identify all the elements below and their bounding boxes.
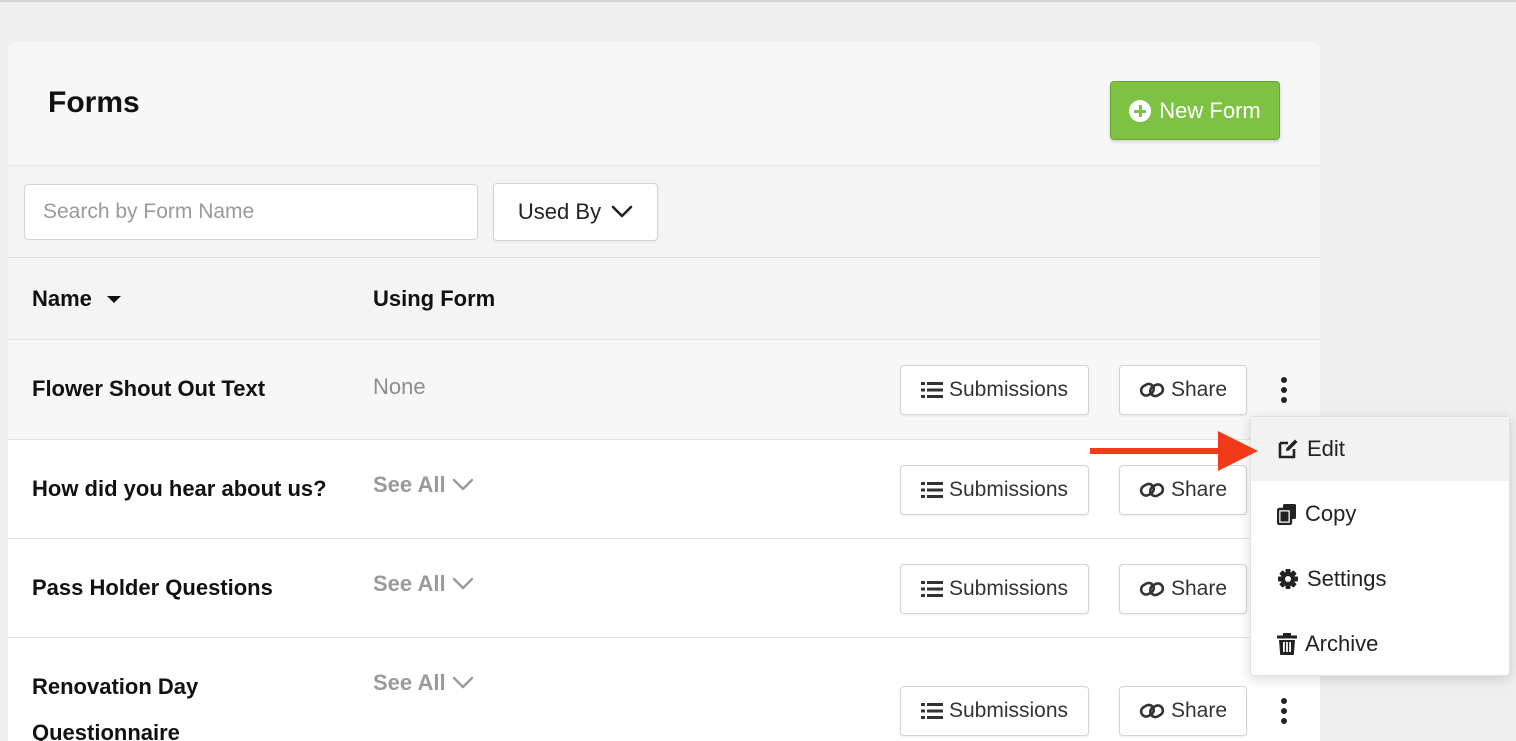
link-icon (1139, 703, 1165, 719)
submissions-label: Submissions (948, 699, 1069, 722)
menu-item-label: Settings (1307, 566, 1387, 591)
menu-item-label: Copy (1305, 501, 1357, 526)
submissions-button[interactable]: Submissions (900, 686, 1089, 736)
table-row: Renovation Day Questionnaire See All Sub… (8, 638, 1320, 741)
submissions-button[interactable]: Submissions (900, 365, 1089, 415)
trash-icon (1277, 633, 1297, 655)
top-border (0, 0, 1516, 2)
using-form-value: None (373, 374, 426, 399)
page-title: Forms (48, 86, 140, 119)
submissions-button[interactable]: Submissions (900, 465, 1089, 515)
row-actions-menu: Edit Copy Settings Archive (1250, 416, 1510, 676)
see-all-label: See All (373, 571, 446, 596)
chevron-down-icon (452, 478, 473, 491)
chevron-down-icon (452, 577, 473, 590)
forms-card: Forms New Form Used By Name Using Form F… (8, 42, 1320, 741)
more-options-icon[interactable] (1274, 695, 1294, 727)
table-row: Flower Shout Out Text None Submissions S… (8, 340, 1320, 440)
used-by-label: Used By (517, 199, 602, 224)
share-button[interactable]: Share (1119, 564, 1247, 614)
share-label: Share (1170, 478, 1228, 501)
see-all-toggle[interactable]: See All (373, 670, 474, 696)
form-name[interactable]: How did you hear about us? (32, 466, 352, 512)
see-all-toggle[interactable]: See All (373, 571, 474, 597)
annotation-arrow-icon (1090, 431, 1258, 471)
new-form-button[interactable]: New Form (1110, 81, 1280, 140)
menu-item-copy[interactable]: Copy (1251, 482, 1509, 546)
sort-desc-icon (106, 296, 121, 303)
gear-icon (1278, 569, 1298, 589)
chevron-down-icon (611, 205, 633, 218)
list-icon (920, 581, 943, 597)
form-name[interactable]: Renovation Day Questionnaire (32, 664, 282, 741)
card-header: Forms New Form (8, 42, 1320, 166)
column-header-name-label: Name (32, 286, 92, 311)
chevron-down-icon (452, 676, 473, 689)
see-all-toggle[interactable]: See All (373, 472, 474, 498)
menu-item-archive[interactable]: Archive (1251, 612, 1509, 676)
submissions-label: Submissions (948, 478, 1069, 501)
table-row: Pass Holder Questions See All Submission… (8, 539, 1320, 638)
share-button[interactable]: Share (1119, 686, 1247, 736)
submissions-label: Submissions (948, 577, 1069, 600)
menu-item-label: Archive (1305, 631, 1379, 656)
submissions-button[interactable]: Submissions (900, 564, 1089, 614)
form-name[interactable]: Flower Shout Out Text (32, 366, 352, 412)
submissions-label: Submissions (948, 378, 1069, 401)
used-by-dropdown[interactable]: Used By (493, 183, 658, 241)
more-options-icon[interactable] (1274, 374, 1294, 406)
search-input[interactable] (24, 184, 478, 240)
share-label: Share (1170, 699, 1228, 722)
menu-item-edit[interactable]: Edit (1251, 417, 1509, 481)
link-icon (1139, 581, 1165, 597)
table-header: Name Using Form (8, 258, 1320, 340)
share-button[interactable]: Share (1119, 365, 1247, 415)
see-all-label: See All (373, 472, 446, 497)
filter-bar: Used By (8, 166, 1320, 258)
share-label: Share (1170, 378, 1228, 401)
list-icon (920, 382, 943, 398)
edit-icon (1278, 439, 1298, 459)
link-icon (1139, 482, 1165, 498)
plus-circle-icon (1129, 99, 1152, 122)
menu-item-label: Edit (1307, 436, 1345, 461)
see-all-label: See All (373, 670, 446, 695)
list-icon (920, 703, 943, 719)
form-name[interactable]: Pass Holder Questions (32, 565, 352, 611)
menu-item-settings[interactable]: Settings (1251, 547, 1509, 611)
copy-icon (1277, 504, 1296, 525)
new-form-label: New Form (1159, 97, 1261, 123)
link-icon (1139, 382, 1165, 398)
column-header-using-form: Using Form (373, 286, 496, 311)
share-label: Share (1170, 577, 1228, 600)
column-header-name[interactable]: Name (32, 286, 122, 312)
list-icon (920, 482, 943, 498)
